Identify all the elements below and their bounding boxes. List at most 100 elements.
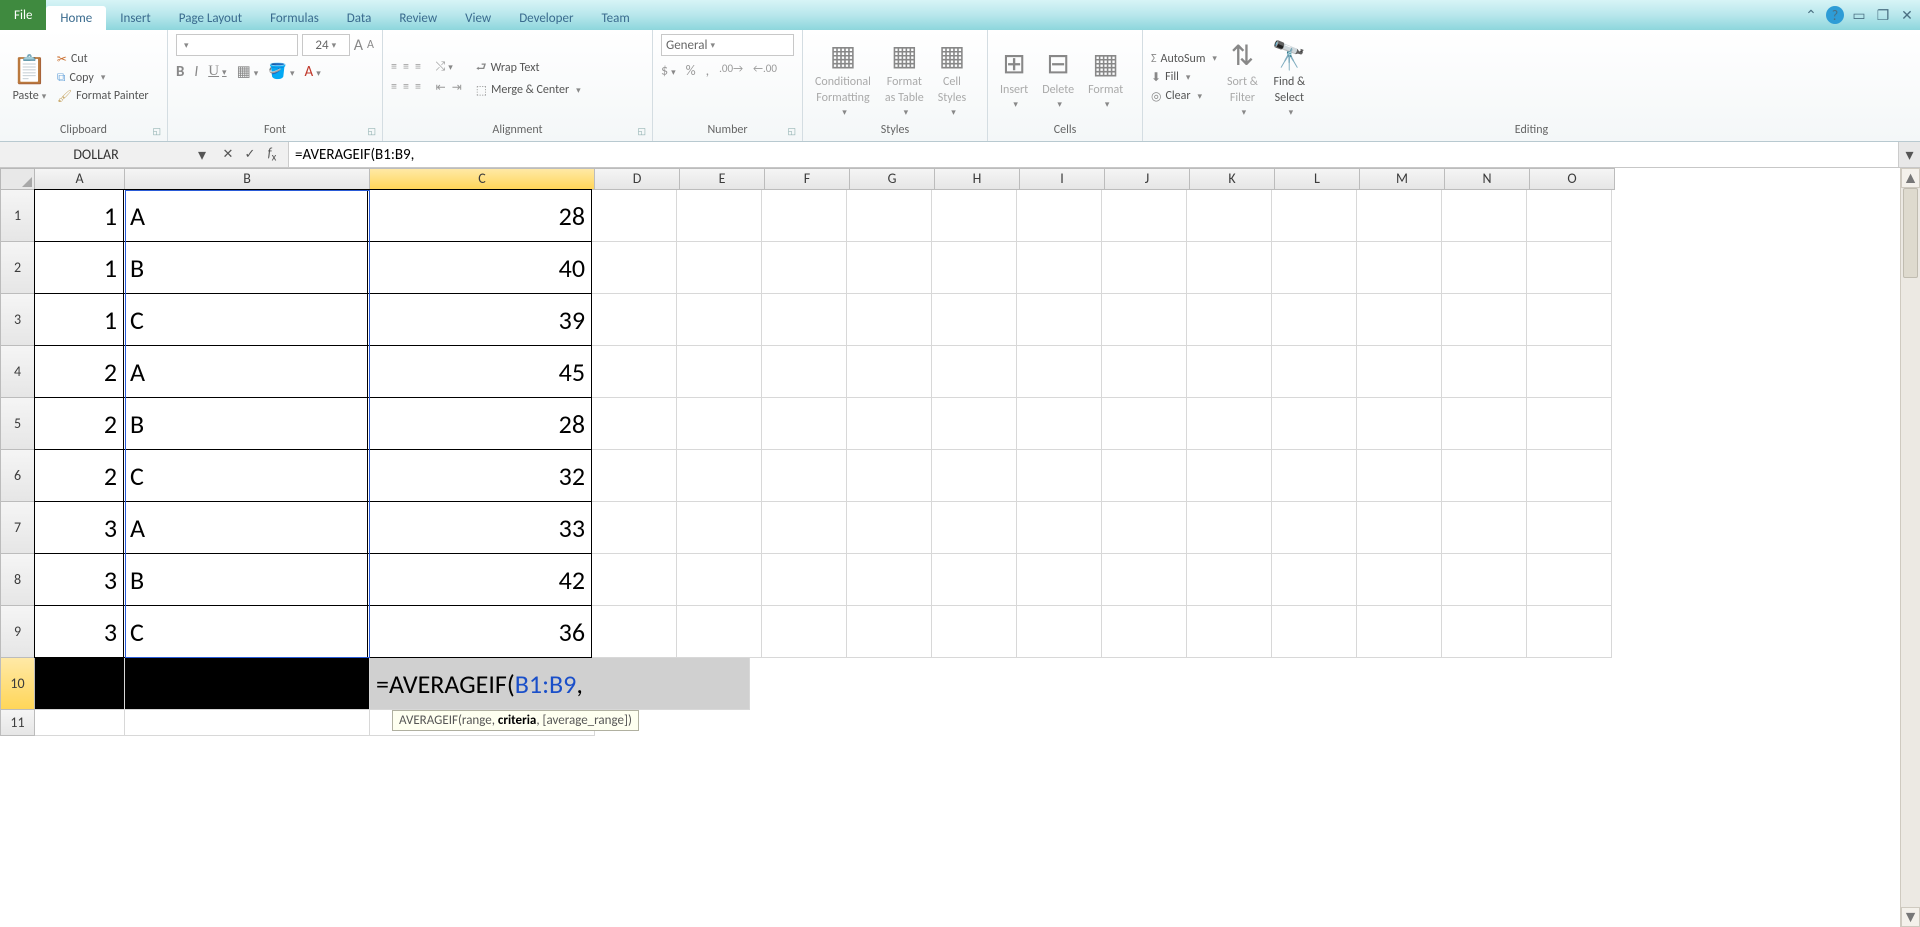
cell[interactable] xyxy=(1187,450,1272,502)
cell-A10[interactable] xyxy=(35,658,125,710)
tab-page-layout[interactable]: Page Layout xyxy=(165,6,256,30)
format-as-table-button[interactable]: ▦Formatas Table xyxy=(881,36,928,120)
cell[interactable] xyxy=(1527,450,1612,502)
cell[interactable] xyxy=(847,190,932,242)
align-bottom-icon[interactable]: ≡ xyxy=(415,60,421,74)
align-right-icon[interactable]: ≡ xyxy=(415,80,421,95)
tab-file[interactable]: File xyxy=(0,0,46,30)
cell[interactable] xyxy=(592,242,677,294)
col-header-F[interactable]: F xyxy=(765,168,850,190)
cell[interactable] xyxy=(1017,190,1102,242)
row-header[interactable]: 11 xyxy=(0,710,35,736)
cell[interactable] xyxy=(1442,398,1527,450)
cell[interactable] xyxy=(592,450,677,502)
scroll-up-icon[interactable]: ▲ xyxy=(1901,168,1920,188)
cell[interactable]: 3 xyxy=(34,605,124,658)
cell[interactable] xyxy=(762,554,847,606)
cell[interactable]: 3 xyxy=(34,553,124,606)
cell[interactable] xyxy=(932,450,1017,502)
cell[interactable] xyxy=(1527,606,1612,658)
cell[interactable] xyxy=(847,242,932,294)
cell[interactable] xyxy=(1357,554,1442,606)
cell[interactable] xyxy=(1357,294,1442,346)
cell[interactable] xyxy=(1187,190,1272,242)
cell[interactable] xyxy=(1527,242,1612,294)
cell[interactable] xyxy=(1187,554,1272,606)
cell[interactable] xyxy=(1272,242,1357,294)
clear-button[interactable]: ◎Clear xyxy=(1151,88,1217,105)
cell[interactable] xyxy=(1527,346,1612,398)
copy-button[interactable]: ⧉Copy xyxy=(57,70,149,86)
cell[interactable]: 40 xyxy=(367,241,592,294)
cell[interactable] xyxy=(1442,294,1527,346)
font-size-select[interactable]: 24 xyxy=(302,34,350,56)
cell[interactable] xyxy=(1272,502,1357,554)
cell[interactable] xyxy=(1527,190,1612,242)
cell[interactable] xyxy=(1187,606,1272,658)
cell[interactable] xyxy=(1357,346,1442,398)
format-painter-button[interactable]: 🖌Format Painter xyxy=(57,88,149,105)
col-header-G[interactable]: G xyxy=(850,168,935,190)
cell[interactable] xyxy=(1442,346,1527,398)
percent-format-icon[interactable]: % xyxy=(686,62,696,79)
cell[interactable] xyxy=(1527,502,1612,554)
cell[interactable] xyxy=(1442,242,1527,294)
cell[interactable] xyxy=(1272,606,1357,658)
fill-color-button[interactable]: 🪣 xyxy=(268,62,294,81)
cell[interactable] xyxy=(677,606,762,658)
cell[interactable] xyxy=(847,606,932,658)
cell[interactable] xyxy=(1272,554,1357,606)
col-header-I[interactable]: I xyxy=(1020,168,1105,190)
increase-decimal-icon[interactable]: .00→ xyxy=(719,62,743,79)
cell[interactable] xyxy=(1442,502,1527,554)
cell[interactable]: 42 xyxy=(367,553,592,606)
cell[interactable] xyxy=(1357,502,1442,554)
cell[interactable]: 33 xyxy=(367,501,592,554)
tab-review[interactable]: Review xyxy=(385,6,451,30)
cell[interactable] xyxy=(1187,346,1272,398)
cell[interactable]: 3 xyxy=(34,501,124,554)
cell[interactable] xyxy=(35,710,125,736)
cell[interactable] xyxy=(1187,502,1272,554)
cell[interactable] xyxy=(1102,242,1187,294)
select-all-corner[interactable] xyxy=(0,168,35,190)
row-header[interactable]: 2 xyxy=(0,242,35,294)
cell[interactable]: 28 xyxy=(367,189,592,242)
cell[interactable]: B xyxy=(123,397,368,450)
cell[interactable] xyxy=(762,190,847,242)
cell-styles-button[interactable]: ▦CellStyles xyxy=(934,36,970,120)
cell[interactable] xyxy=(1102,398,1187,450)
col-header-C[interactable]: C xyxy=(370,168,595,190)
bold-button[interactable]: B xyxy=(176,63,184,81)
name-box[interactable]: DOLLAR ▾ xyxy=(0,142,212,167)
cell[interactable]: 45 xyxy=(367,345,592,398)
row-header[interactable]: 6 xyxy=(0,450,35,502)
cell[interactable] xyxy=(847,294,932,346)
col-header-J[interactable]: J xyxy=(1105,168,1190,190)
cell[interactable] xyxy=(932,242,1017,294)
col-header-A[interactable]: A xyxy=(35,168,125,190)
cell[interactable]: 1 xyxy=(34,241,124,294)
cell[interactable]: 28 xyxy=(367,397,592,450)
row-header[interactable]: 4 xyxy=(0,346,35,398)
align-top-icon[interactable]: ≡ xyxy=(391,60,397,74)
italic-button[interactable]: I xyxy=(194,63,198,81)
accept-formula-icon[interactable]: ✓ xyxy=(240,147,260,162)
cell[interactable] xyxy=(932,606,1017,658)
col-header-K[interactable]: K xyxy=(1190,168,1275,190)
row-header[interactable]: 10 xyxy=(0,658,35,710)
autosum-button[interactable]: ΣAutoSum xyxy=(1151,51,1217,67)
cell[interactable] xyxy=(1017,242,1102,294)
cell[interactable] xyxy=(762,346,847,398)
cell[interactable] xyxy=(932,294,1017,346)
ribbon-minimize-icon[interactable]: ⌃ xyxy=(1802,6,1820,24)
name-box-dropdown-icon[interactable]: ▾ xyxy=(192,145,212,165)
cell[interactable]: 2 xyxy=(34,449,124,502)
window-restore-icon[interactable]: ❐ xyxy=(1874,6,1892,24)
cell[interactable] xyxy=(932,346,1017,398)
col-header-H[interactable]: H xyxy=(935,168,1020,190)
cell[interactable] xyxy=(1102,606,1187,658)
cell[interactable] xyxy=(592,190,677,242)
shrink-font-icon[interactable]: A xyxy=(367,38,374,52)
cell[interactable] xyxy=(677,554,762,606)
